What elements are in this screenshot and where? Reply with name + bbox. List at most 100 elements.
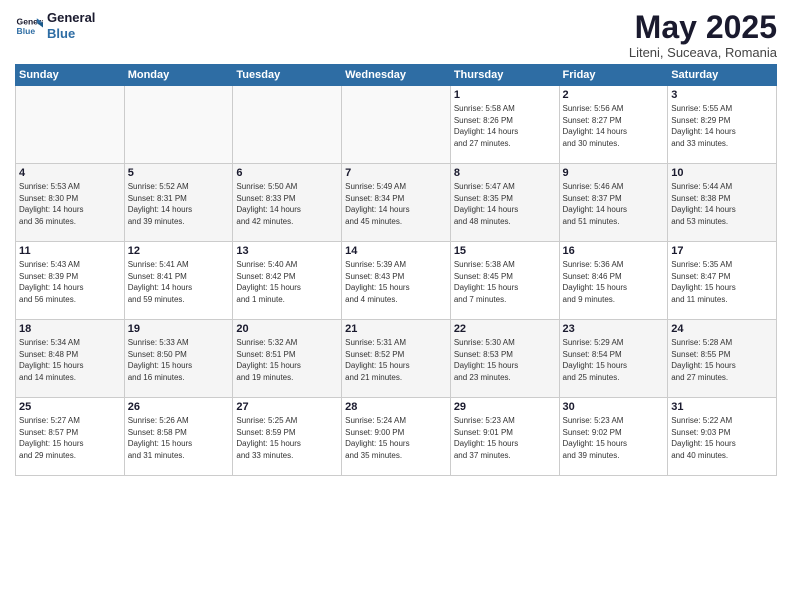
- table-row: 12 Sunrise: 5:41 AM Sunset: 8:41 PM Dayli…: [124, 242, 233, 320]
- day-info: Sunrise: 5:46 AM Sunset: 8:37 PM Dayligh…: [563, 181, 665, 227]
- table-row: 11 Sunrise: 5:43 AM Sunset: 8:39 PM Dayli…: [16, 242, 125, 320]
- day-number: 29: [454, 401, 556, 413]
- table-row: 29 Sunrise: 5:23 AM Sunset: 9:01 PM Dayli…: [450, 398, 559, 476]
- day-number: 22: [454, 323, 556, 335]
- header-row: Sunday Monday Tuesday Wednesday Thursday…: [16, 65, 777, 86]
- table-row: 17 Sunrise: 5:35 AM Sunset: 8:47 PM Dayli…: [668, 242, 777, 320]
- table-row: 18 Sunrise: 5:34 AM Sunset: 8:48 PM Dayli…: [16, 320, 125, 398]
- day-number: 4: [19, 167, 121, 179]
- day-info: Sunrise: 5:35 AM Sunset: 8:47 PM Dayligh…: [671, 259, 773, 305]
- day-info: Sunrise: 5:43 AM Sunset: 8:39 PM Dayligh…: [19, 259, 121, 305]
- day-info: Sunrise: 5:32 AM Sunset: 8:51 PM Dayligh…: [236, 337, 338, 383]
- logo-blue: Blue: [47, 26, 95, 42]
- day-number: 18: [19, 323, 121, 335]
- table-row: 30 Sunrise: 5:23 AM Sunset: 9:02 PM Dayli…: [559, 398, 668, 476]
- day-number: 14: [345, 245, 447, 257]
- day-number: 13: [236, 245, 338, 257]
- logo-general: General: [47, 10, 95, 26]
- day-info: Sunrise: 5:22 AM Sunset: 9:03 PM Dayligh…: [671, 415, 773, 461]
- table-row: 16Sunrise: 5:36 AM Sunset: 8:46 PM Dayli…: [559, 242, 668, 320]
- day-info: Sunrise: 5:49 AM Sunset: 8:34 PM Dayligh…: [345, 181, 447, 227]
- table-row: 21 Sunrise: 5:31 AM Sunset: 8:52 PM Dayli…: [342, 320, 451, 398]
- day-info: Sunrise: 5:33 AM Sunset: 8:50 PM Dayligh…: [128, 337, 230, 383]
- day-info: Sunrise: 5:34 AM Sunset: 8:48 PM Dayligh…: [19, 337, 121, 383]
- day-number: 3: [671, 89, 773, 101]
- day-info: Sunrise: 5:23 AM Sunset: 9:01 PM Dayligh…: [454, 415, 556, 461]
- day-number: 20: [236, 323, 338, 335]
- calendar-week-row: 18 Sunrise: 5:34 AM Sunset: 8:48 PM Dayli…: [16, 320, 777, 398]
- day-info: Sunrise: 5:28 AM Sunset: 8:55 PM Dayligh…: [671, 337, 773, 383]
- day-info: Sunrise: 5:50 AM Sunset: 8:33 PM Dayligh…: [236, 181, 338, 227]
- table-row: 28 Sunrise: 5:24 AM Sunset: 9:00 PM Dayli…: [342, 398, 451, 476]
- table-row: 22 Sunrise: 5:30 AM Sunset: 8:53 PM Dayli…: [450, 320, 559, 398]
- table-row: 25Sunrise: 5:27 AM Sunset: 8:57 PM Dayli…: [16, 398, 125, 476]
- page-title: May 2025: [629, 10, 777, 45]
- table-row: 4Sunrise: 5:53 AM Sunset: 8:30 PM Daylig…: [16, 164, 125, 242]
- day-info: Sunrise: 5:25 AM Sunset: 8:59 PM Dayligh…: [236, 415, 338, 461]
- day-number: 31: [671, 401, 773, 413]
- day-info: Sunrise: 5:29 AM Sunset: 8:54 PM Dayligh…: [563, 337, 665, 383]
- day-number: 6: [236, 167, 338, 179]
- day-info: Sunrise: 5:56 AM Sunset: 8:27 PM Dayligh…: [563, 103, 665, 149]
- day-number: 7: [345, 167, 447, 179]
- day-number: 17: [671, 245, 773, 257]
- table-row: 13 Sunrise: 5:40 AM Sunset: 8:42 PM Dayli…: [233, 242, 342, 320]
- day-number: 15: [454, 245, 556, 257]
- day-info: Sunrise: 5:23 AM Sunset: 9:02 PM Dayligh…: [563, 415, 665, 461]
- table-row: 23Sunrise: 5:29 AM Sunset: 8:54 PM Dayli…: [559, 320, 668, 398]
- day-number: 10: [671, 167, 773, 179]
- day-info: Sunrise: 5:52 AM Sunset: 8:31 PM Dayligh…: [128, 181, 230, 227]
- table-row: [124, 86, 233, 164]
- day-info: Sunrise: 5:24 AM Sunset: 9:00 PM Dayligh…: [345, 415, 447, 461]
- table-row: 8Sunrise: 5:47 AM Sunset: 8:35 PM Daylig…: [450, 164, 559, 242]
- col-tuesday: Tuesday: [233, 65, 342, 86]
- table-row: 10Sunrise: 5:44 AM Sunset: 8:38 PM Dayli…: [668, 164, 777, 242]
- day-info: Sunrise: 5:36 AM Sunset: 8:46 PM Dayligh…: [563, 259, 665, 305]
- day-info: Sunrise: 5:31 AM Sunset: 8:52 PM Dayligh…: [345, 337, 447, 383]
- table-row: 14Sunrise: 5:39 AM Sunset: 8:43 PM Dayli…: [342, 242, 451, 320]
- day-number: 1: [454, 89, 556, 101]
- table-row: 31 Sunrise: 5:22 AM Sunset: 9:03 PM Dayli…: [668, 398, 777, 476]
- page-subtitle: Liteni, Suceava, Romania: [629, 45, 777, 60]
- day-info: Sunrise: 5:26 AM Sunset: 8:58 PM Dayligh…: [128, 415, 230, 461]
- table-row: 15 Sunrise: 5:38 AM Sunset: 8:45 PM Dayli…: [450, 242, 559, 320]
- table-row: 20 Sunrise: 5:32 AM Sunset: 8:51 PM Dayli…: [233, 320, 342, 398]
- day-number: 11: [19, 245, 121, 257]
- day-number: 19: [128, 323, 230, 335]
- table-row: 19 Sunrise: 5:33 AM Sunset: 8:50 PM Dayli…: [124, 320, 233, 398]
- table-row: 1 Sunrise: 5:58 AM Sunset: 8:26 PM Daylig…: [450, 86, 559, 164]
- col-monday: Monday: [124, 65, 233, 86]
- day-info: Sunrise: 5:40 AM Sunset: 8:42 PM Dayligh…: [236, 259, 338, 305]
- col-saturday: Saturday: [668, 65, 777, 86]
- col-sunday: Sunday: [16, 65, 125, 86]
- col-wednesday: Wednesday: [342, 65, 451, 86]
- day-number: 5: [128, 167, 230, 179]
- table-row: 27 Sunrise: 5:25 AM Sunset: 8:59 PM Dayli…: [233, 398, 342, 476]
- calendar-week-row: 25Sunrise: 5:27 AM Sunset: 8:57 PM Dayli…: [16, 398, 777, 476]
- day-info: Sunrise: 5:27 AM Sunset: 8:57 PM Dayligh…: [19, 415, 121, 461]
- calendar-week-row: 4Sunrise: 5:53 AM Sunset: 8:30 PM Daylig…: [16, 164, 777, 242]
- day-info: Sunrise: 5:41 AM Sunset: 8:41 PM Dayligh…: [128, 259, 230, 305]
- day-number: 27: [236, 401, 338, 413]
- day-number: 28: [345, 401, 447, 413]
- calendar-week-row: 1 Sunrise: 5:58 AM Sunset: 8:26 PM Daylig…: [16, 86, 777, 164]
- table-row: 26Sunrise: 5:26 AM Sunset: 8:58 PM Dayli…: [124, 398, 233, 476]
- table-row: 2Sunrise: 5:56 AM Sunset: 8:27 PM Daylig…: [559, 86, 668, 164]
- col-thursday: Thursday: [450, 65, 559, 86]
- table-row: [16, 86, 125, 164]
- day-number: 21: [345, 323, 447, 335]
- day-info: Sunrise: 5:58 AM Sunset: 8:26 PM Dayligh…: [454, 103, 556, 149]
- day-number: 12: [128, 245, 230, 257]
- day-info: Sunrise: 5:38 AM Sunset: 8:45 PM Dayligh…: [454, 259, 556, 305]
- table-row: 24Sunrise: 5:28 AM Sunset: 8:55 PM Dayli…: [668, 320, 777, 398]
- day-number: 30: [563, 401, 665, 413]
- col-friday: Friday: [559, 65, 668, 86]
- day-info: Sunrise: 5:30 AM Sunset: 8:53 PM Dayligh…: [454, 337, 556, 383]
- table-row: [233, 86, 342, 164]
- logo: General Blue General Blue: [15, 10, 95, 41]
- table-row: 5 Sunrise: 5:52 AM Sunset: 8:31 PM Daylig…: [124, 164, 233, 242]
- day-number: 9: [563, 167, 665, 179]
- day-info: Sunrise: 5:55 AM Sunset: 8:29 PM Dayligh…: [671, 103, 773, 149]
- table-row: 9 Sunrise: 5:46 AM Sunset: 8:37 PM Daylig…: [559, 164, 668, 242]
- table-row: [342, 86, 451, 164]
